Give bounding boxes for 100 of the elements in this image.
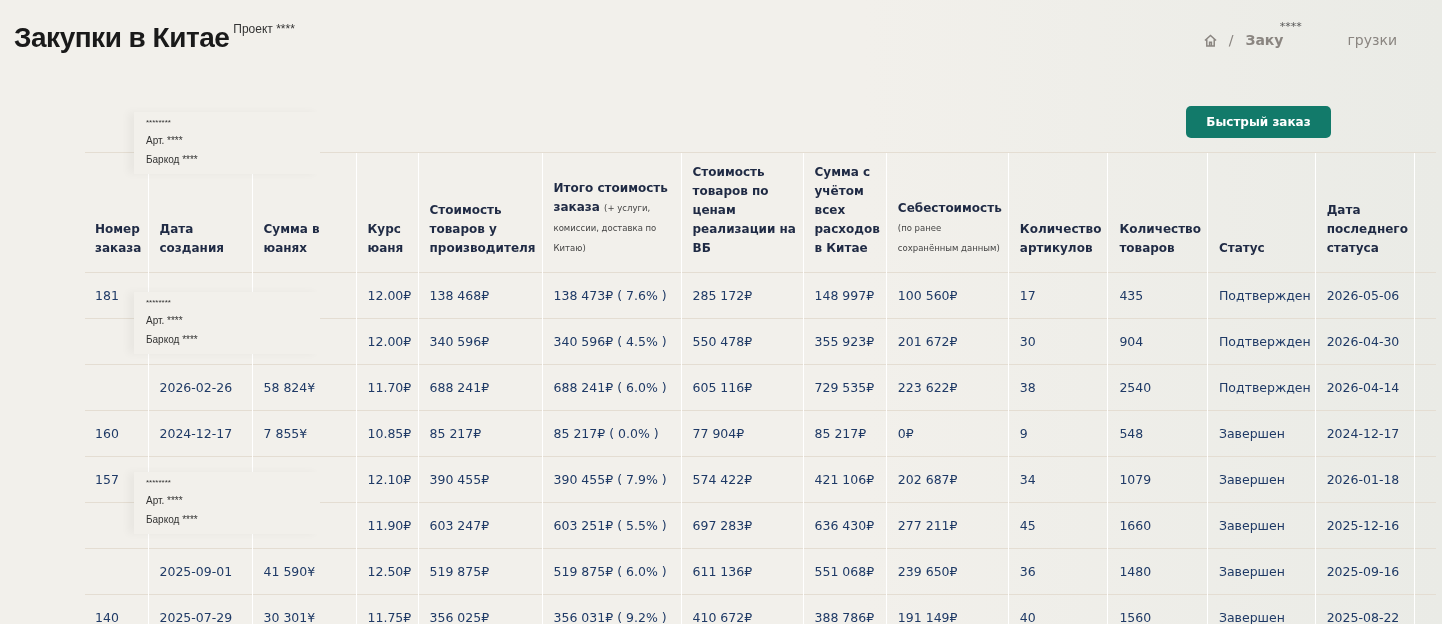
table-cell: 12.00₽ bbox=[356, 272, 418, 319]
table-cell: 2026-02-26 bbox=[148, 364, 252, 411]
table-cell: 85 217₽ bbox=[418, 410, 543, 457]
table-cell: 548 bbox=[1107, 410, 1208, 457]
table-cell: 12.10₽ bbox=[356, 456, 418, 503]
table-cell: Завершен bbox=[1207, 594, 1316, 624]
table-cell: 688 241₽ bbox=[418, 364, 543, 411]
table-cell: 1660 bbox=[1107, 502, 1208, 549]
table-cell: 17 bbox=[1008, 272, 1108, 319]
table-cell: 85 217₽ ( 0.0% ) bbox=[542, 410, 682, 457]
product-name: ******** bbox=[146, 118, 172, 127]
table-cell: 2026-04-30 bbox=[1315, 318, 1415, 365]
table-cell: 239 650₽ bbox=[886, 548, 1009, 595]
table-cell: 45 bbox=[1008, 502, 1108, 549]
table-cell: Подтвержден bbox=[1207, 318, 1316, 365]
table-cell: 0₽ bbox=[886, 410, 1009, 457]
column-header: Себестоимость (по ранее сохранённым данным) bbox=[886, 152, 1009, 273]
table-cell: 574 422₽ bbox=[681, 456, 804, 503]
column-header: Сумма с учётом всех расходов в Китае bbox=[803, 152, 887, 273]
table-cell: 2025-09-16 bbox=[1315, 548, 1415, 595]
table-cell: 2026-01-18 bbox=[1315, 456, 1415, 503]
article-label: Арт. **** bbox=[146, 495, 184, 506]
breadcrumb-item[interactable]: грузки bbox=[1347, 32, 1397, 48]
column-header: Стоимость товаров у производителя bbox=[418, 152, 543, 273]
home-icon[interactable] bbox=[1203, 33, 1217, 47]
project-label: Проект **** bbox=[233, 22, 295, 36]
table-cell: Завершен bbox=[1207, 502, 1316, 549]
table-cell: 2540 bbox=[1107, 364, 1208, 411]
quick-order-button[interactable]: Быстрый заказ bbox=[1186, 106, 1331, 138]
table-cell: Подтвержден bbox=[1207, 272, 1316, 319]
table-cell: 410 672₽ bbox=[681, 594, 804, 624]
table-cell: 2024-12-17 bbox=[148, 410, 252, 457]
table-cell: 603 251₽ ( 5.5% ) bbox=[542, 502, 682, 549]
column-header: Статус bbox=[1207, 152, 1316, 273]
product-name: ******** bbox=[146, 298, 172, 307]
table-cell: 2025-08-22 bbox=[1315, 594, 1415, 624]
table-cell: 519 875₽ bbox=[418, 548, 543, 595]
breadcrumb-mask: **** bbox=[1279, 20, 1302, 33]
barcode-label: Баркод **** bbox=[146, 154, 199, 165]
table-cell: 138 468₽ bbox=[418, 272, 543, 319]
table-cell: 12.00₽ bbox=[356, 318, 418, 365]
table-cell: 202 687₽ bbox=[886, 456, 1009, 503]
table-cell: 10.85₽ bbox=[356, 410, 418, 457]
table-cell: 340 596₽ ( 4.5% ) bbox=[542, 318, 682, 365]
table-cell: 223 622₽ bbox=[886, 364, 1009, 411]
table-cell: 356 031₽ ( 9.2% ) bbox=[542, 594, 682, 624]
table-cell: 148 997₽ bbox=[803, 272, 887, 319]
table-cell: 1079 bbox=[1107, 456, 1208, 503]
table-cell: 2026-05-06 bbox=[1315, 272, 1415, 319]
table-cell: 340 596₽ bbox=[418, 318, 543, 365]
table-cell: Завершен bbox=[1207, 410, 1316, 457]
breadcrumb-item[interactable]: Заку bbox=[1245, 32, 1284, 48]
table-cell: 2026-04-14 bbox=[1315, 364, 1415, 411]
table-cell: 11.90₽ bbox=[356, 502, 418, 549]
table-cell: 140 bbox=[85, 594, 148, 624]
table-cell: 30 301¥ bbox=[252, 594, 356, 624]
table-cell: 611 136₽ bbox=[681, 548, 804, 595]
table-cell: 421 106₽ bbox=[803, 456, 887, 503]
column-header: Итого стоимость заказа (+ услуги, комиссии, доставка по Китаю) bbox=[542, 152, 682, 273]
table-cell: 519 875₽ ( 6.0% ) bbox=[542, 548, 682, 595]
table-cell: 388 786₽ bbox=[803, 594, 887, 624]
table-cell: 603 247₽ bbox=[418, 502, 543, 549]
article-label: Арт. **** bbox=[146, 135, 184, 146]
table-cell: 605 116₽ bbox=[681, 364, 804, 411]
table-cell: 160 bbox=[85, 410, 148, 457]
table-cell: 550 478₽ bbox=[681, 318, 804, 365]
barcode-label: Баркод **** bbox=[146, 334, 199, 345]
table-cell: 688 241₽ ( 6.0% ) bbox=[542, 364, 682, 411]
page-title: Закупки в Китае bbox=[14, 22, 230, 54]
table-cell: 2025-09-01 bbox=[148, 548, 252, 595]
column-header: Стоимость товаров по ценам реализации на ВБ bbox=[681, 152, 804, 273]
table-cell: 277 211₽ bbox=[886, 502, 1009, 549]
table-cell: 390 455₽ bbox=[418, 456, 543, 503]
table-cell: 356 025₽ bbox=[418, 594, 543, 624]
table-cell: 904 bbox=[1107, 318, 1208, 365]
table-cell: 9 bbox=[1008, 410, 1108, 457]
table-cell: 100 560₽ bbox=[886, 272, 1009, 319]
table-cell: 729 535₽ bbox=[803, 364, 887, 411]
table-cell: 1480 bbox=[1107, 548, 1208, 595]
breadcrumb-separator: / bbox=[1228, 32, 1234, 48]
table-cell: 77 904₽ bbox=[681, 410, 804, 457]
product-name: ******** bbox=[146, 478, 172, 487]
table-cell: 85 217₽ bbox=[803, 410, 887, 457]
column-header: Курс юаня bbox=[356, 152, 418, 273]
table-cell: 58 824¥ bbox=[252, 364, 356, 411]
table-cell: 551 068₽ bbox=[803, 548, 887, 595]
table-cell: Завершен bbox=[1207, 548, 1316, 595]
table-cell: 7 855¥ bbox=[252, 410, 356, 457]
column-header: Количество товаров bbox=[1107, 152, 1208, 273]
table-cell: 11.70₽ bbox=[356, 364, 418, 411]
table-cell: 34 bbox=[1008, 456, 1108, 503]
table-cell: 138 473₽ ( 7.6% ) bbox=[542, 272, 682, 319]
table-cell: 2024-12-17 bbox=[1315, 410, 1415, 457]
table-cell: 285 172₽ bbox=[681, 272, 804, 319]
table-cell: 40 bbox=[1008, 594, 1108, 624]
table-cell: 191 149₽ bbox=[886, 594, 1009, 624]
table-cell: Завершен bbox=[1207, 456, 1316, 503]
table-cell: 36 bbox=[1008, 548, 1108, 595]
table-cell: 12.50₽ bbox=[356, 548, 418, 595]
table-cell: 697 283₽ bbox=[681, 502, 804, 549]
